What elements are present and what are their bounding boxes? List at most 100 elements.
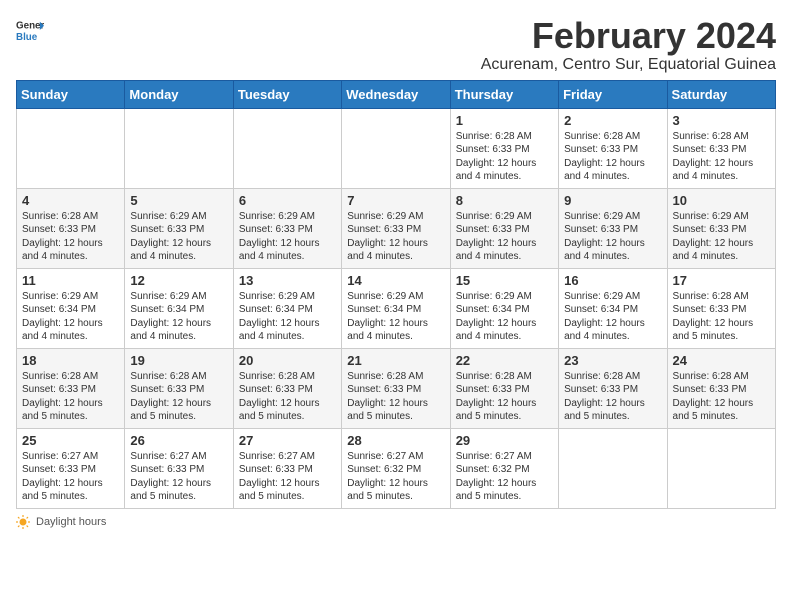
calendar-cell: 4 Sunrise: 6:28 AM Sunset: 6:33 PM Daylig… bbox=[17, 188, 125, 268]
day-info: Sunrise: 6:28 AM Sunset: 6:33 PM Dayligh… bbox=[239, 370, 336, 424]
calendar-cell: 13 Sunrise: 6:29 AM Sunset: 6:34 PM Dayli… bbox=[233, 268, 341, 348]
main-title: February 2024 bbox=[481, 16, 776, 56]
day-number: 23 bbox=[564, 353, 661, 368]
calendar-cell bbox=[342, 108, 450, 188]
calendar-header-row: SundayMondayTuesdayWednesdayThursdayFrid… bbox=[17, 80, 776, 108]
calendar-header-tuesday: Tuesday bbox=[233, 80, 341, 108]
day-info: Sunrise: 6:27 AM Sunset: 6:33 PM Dayligh… bbox=[239, 450, 336, 504]
calendar-header-sunday: Sunday bbox=[17, 80, 125, 108]
day-info: Sunrise: 6:28 AM Sunset: 6:33 PM Dayligh… bbox=[22, 210, 119, 264]
calendar-cell: 22Sunrise: 6:28 AM Sunset: 6:33 PM Dayli… bbox=[450, 348, 558, 428]
calendar-cell: 19 Sunrise: 6:28 AM Sunset: 6:33 PM Dayli… bbox=[125, 348, 233, 428]
calendar-cell: 12 Sunrise: 6:29 AM Sunset: 6:34 PM Dayli… bbox=[125, 268, 233, 348]
calendar-cell bbox=[17, 108, 125, 188]
calendar-cell: 16 Sunrise: 6:29 AM Sunset: 6:34 PM Dayli… bbox=[559, 268, 667, 348]
calendar-cell: 8Sunrise: 6:29 AM Sunset: 6:33 PM Daylig… bbox=[450, 188, 558, 268]
calendar-cell bbox=[667, 428, 775, 508]
calendar-cell bbox=[559, 428, 667, 508]
day-info: Sunrise: 6:29 AM Sunset: 6:33 PM Dayligh… bbox=[347, 210, 444, 264]
day-info: Sunrise: 6:29 AM Sunset: 6:34 PM Dayligh… bbox=[130, 290, 227, 344]
calendar-cell: 6Sunrise: 6:29 AM Sunset: 6:33 PM Daylig… bbox=[233, 188, 341, 268]
calendar-week-2: 4 Sunrise: 6:28 AM Sunset: 6:33 PM Daylig… bbox=[17, 188, 776, 268]
calendar-cell: 24 Sunrise: 6:28 AM Sunset: 6:33 PM Dayli… bbox=[667, 348, 775, 428]
calendar-cell: 20 Sunrise: 6:28 AM Sunset: 6:33 PM Dayli… bbox=[233, 348, 341, 428]
day-info: Sunrise: 6:28 AM Sunset: 6:33 PM Dayligh… bbox=[456, 130, 553, 184]
day-number: 19 bbox=[130, 353, 227, 368]
calendar-cell: 11Sunrise: 6:29 AM Sunset: 6:34 PM Dayli… bbox=[17, 268, 125, 348]
calendar-week-4: 18 Sunrise: 6:28 AM Sunset: 6:33 PM Dayli… bbox=[17, 348, 776, 428]
day-number: 28 bbox=[347, 433, 444, 448]
day-info: Sunrise: 6:28 AM Sunset: 6:33 PM Dayligh… bbox=[673, 290, 770, 344]
calendar-cell: 3 Sunrise: 6:28 AM Sunset: 6:33 PM Daylig… bbox=[667, 108, 775, 188]
day-info: Sunrise: 6:29 AM Sunset: 6:34 PM Dayligh… bbox=[239, 290, 336, 344]
calendar-header-saturday: Saturday bbox=[667, 80, 775, 108]
day-number: 24 bbox=[673, 353, 770, 368]
day-info: Sunrise: 6:29 AM Sunset: 6:33 PM Dayligh… bbox=[130, 210, 227, 264]
day-number: 29 bbox=[456, 433, 553, 448]
day-number: 25 bbox=[22, 433, 119, 448]
day-number: 10 bbox=[673, 193, 770, 208]
calendar-cell: 15 Sunrise: 6:29 AM Sunset: 6:34 PM Dayli… bbox=[450, 268, 558, 348]
day-info: Sunrise: 6:29 AM Sunset: 6:34 PM Dayligh… bbox=[347, 290, 444, 344]
daylight-label: Daylight hours bbox=[36, 516, 106, 528]
day-info: Sunrise: 6:27 AM Sunset: 6:33 PM Dayligh… bbox=[130, 450, 227, 504]
calendar-cell bbox=[233, 108, 341, 188]
page-header: General Blue February 2024 Acurenam, Cen… bbox=[16, 16, 776, 74]
day-info: Sunrise: 6:27 AM Sunset: 6:33 PM Dayligh… bbox=[22, 450, 119, 504]
calendar-header-friday: Friday bbox=[559, 80, 667, 108]
calendar-cell: 28 Sunrise: 6:27 AM Sunset: 6:32 PM Dayli… bbox=[342, 428, 450, 508]
sub-title: Acurenam, Centro Sur, Equatorial Guinea bbox=[481, 56, 776, 74]
day-info: Sunrise: 6:29 AM Sunset: 6:34 PM Dayligh… bbox=[564, 290, 661, 344]
day-number: 15 bbox=[456, 273, 553, 288]
day-number: 18 bbox=[22, 353, 119, 368]
sun-icon bbox=[16, 515, 30, 529]
footer-note: Daylight hours bbox=[16, 515, 776, 529]
calendar-cell: 25 Sunrise: 6:27 AM Sunset: 6:33 PM Dayli… bbox=[17, 428, 125, 508]
day-number: 1 bbox=[456, 113, 553, 128]
calendar-cell: 14 Sunrise: 6:29 AM Sunset: 6:34 PM Dayli… bbox=[342, 268, 450, 348]
logo: General Blue bbox=[16, 16, 44, 44]
day-info: Sunrise: 6:28 AM Sunset: 6:33 PM Dayligh… bbox=[347, 370, 444, 424]
day-info: Sunrise: 6:28 AM Sunset: 6:33 PM Dayligh… bbox=[673, 130, 770, 184]
day-info: Sunrise: 6:27 AM Sunset: 6:32 PM Dayligh… bbox=[347, 450, 444, 504]
day-info: Sunrise: 6:29 AM Sunset: 6:33 PM Dayligh… bbox=[564, 210, 661, 264]
calendar-cell: 23 Sunrise: 6:28 AM Sunset: 6:33 PM Dayli… bbox=[559, 348, 667, 428]
calendar-cell: 21 Sunrise: 6:28 AM Sunset: 6:33 PM Dayli… bbox=[342, 348, 450, 428]
day-number: 8 bbox=[456, 193, 553, 208]
day-info: Sunrise: 6:27 AM Sunset: 6:32 PM Dayligh… bbox=[456, 450, 553, 504]
day-number: 3 bbox=[673, 113, 770, 128]
calendar-cell: 26 Sunrise: 6:27 AM Sunset: 6:33 PM Dayli… bbox=[125, 428, 233, 508]
day-info: Sunrise: 6:29 AM Sunset: 6:34 PM Dayligh… bbox=[456, 290, 553, 344]
calendar-cell: 7 Sunrise: 6:29 AM Sunset: 6:33 PM Daylig… bbox=[342, 188, 450, 268]
day-info: Sunrise: 6:28 AM Sunset: 6:33 PM Dayligh… bbox=[22, 370, 119, 424]
day-number: 6 bbox=[239, 193, 336, 208]
calendar-cell: 17Sunrise: 6:28 AM Sunset: 6:33 PM Dayli… bbox=[667, 268, 775, 348]
day-number: 9 bbox=[564, 193, 661, 208]
day-info: Sunrise: 6:28 AM Sunset: 6:33 PM Dayligh… bbox=[130, 370, 227, 424]
day-info: Sunrise: 6:28 AM Sunset: 6:33 PM Dayligh… bbox=[564, 370, 661, 424]
day-number: 14 bbox=[347, 273, 444, 288]
calendar-cell: 5Sunrise: 6:29 AM Sunset: 6:33 PM Daylig… bbox=[125, 188, 233, 268]
calendar-cell: 10 Sunrise: 6:29 AM Sunset: 6:33 PM Dayli… bbox=[667, 188, 775, 268]
day-info: Sunrise: 6:28 AM Sunset: 6:33 PM Dayligh… bbox=[673, 370, 770, 424]
day-info: Sunrise: 6:29 AM Sunset: 6:33 PM Dayligh… bbox=[673, 210, 770, 264]
calendar-cell: 1 Sunrise: 6:28 AM Sunset: 6:33 PM Daylig… bbox=[450, 108, 558, 188]
day-number: 13 bbox=[239, 273, 336, 288]
calendar-cell: 2Sunrise: 6:28 AM Sunset: 6:33 PM Daylig… bbox=[559, 108, 667, 188]
day-number: 26 bbox=[130, 433, 227, 448]
day-number: 7 bbox=[347, 193, 444, 208]
calendar-week-3: 11Sunrise: 6:29 AM Sunset: 6:34 PM Dayli… bbox=[17, 268, 776, 348]
calendar-cell: 18 Sunrise: 6:28 AM Sunset: 6:33 PM Dayli… bbox=[17, 348, 125, 428]
calendar-week-1: 1 Sunrise: 6:28 AM Sunset: 6:33 PM Daylig… bbox=[17, 108, 776, 188]
day-number: 21 bbox=[347, 353, 444, 368]
day-number: 16 bbox=[564, 273, 661, 288]
svg-text:Blue: Blue bbox=[16, 32, 38, 43]
calendar-cell: 27Sunrise: 6:27 AM Sunset: 6:33 PM Dayli… bbox=[233, 428, 341, 508]
day-number: 12 bbox=[130, 273, 227, 288]
day-info: Sunrise: 6:29 AM Sunset: 6:34 PM Dayligh… bbox=[22, 290, 119, 344]
calendar-table: SundayMondayTuesdayWednesdayThursdayFrid… bbox=[16, 80, 776, 509]
day-number: 4 bbox=[22, 193, 119, 208]
calendar-header-wednesday: Wednesday bbox=[342, 80, 450, 108]
day-number: 20 bbox=[239, 353, 336, 368]
day-number: 22 bbox=[456, 353, 553, 368]
